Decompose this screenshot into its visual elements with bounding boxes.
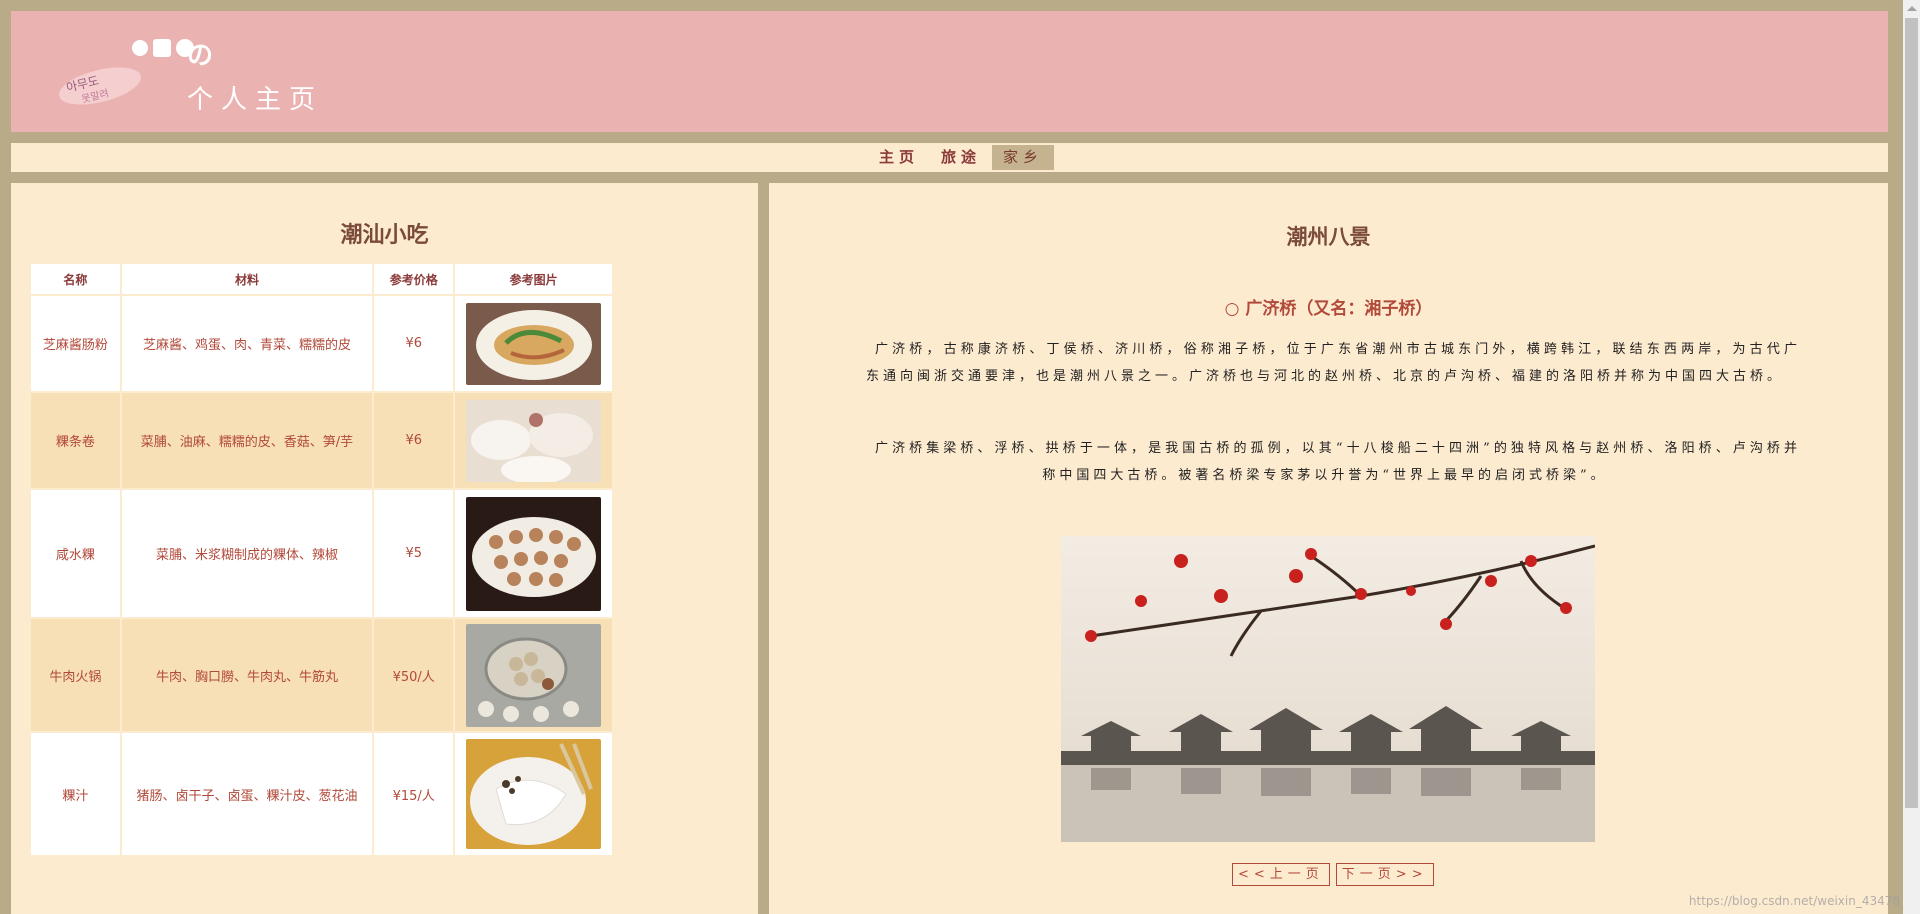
scenery-panel: 潮州八景 ○ 广济桥（又名：湘子桥） 广济桥，古称康济桥、丁侯桥、济川桥，俗称湘… bbox=[769, 183, 1888, 914]
cell-price: ¥50/人 bbox=[372, 617, 456, 733]
food-photo-guozhi bbox=[466, 739, 602, 849]
scenery-title: 潮州八景 bbox=[1286, 225, 1371, 249]
scroll-thumb[interactable] bbox=[1905, 18, 1918, 808]
cell-price: ¥6 bbox=[372, 294, 456, 393]
page-scrollbar[interactable] bbox=[1903, 0, 1920, 914]
snacks-panel: 潮汕小吃 名称 材料 参考价格 参考图片 芝麻酱肠粉 芝麻酱、鸡蛋、肉、青菜、糯… bbox=[11, 183, 758, 914]
logo-title-bottom: 个人主页 bbox=[187, 85, 324, 115]
column-header-price: 参考价格 bbox=[372, 262, 456, 296]
cell-name: 芝麻酱肠粉 bbox=[29, 294, 122, 393]
bridge-photo bbox=[1061, 536, 1595, 842]
food-photo-salt-water-cake bbox=[466, 496, 602, 611]
table-header-row: 名称 材料 参考价格 参考图片 bbox=[29, 262, 614, 296]
snacks-table: 名称 材料 参考价格 参考图片 芝麻酱肠粉 芝麻酱、鸡蛋、肉、青菜、糯糯的皮 ¥… bbox=[29, 262, 614, 857]
cell-image bbox=[453, 731, 614, 857]
cell-image bbox=[453, 391, 614, 490]
nav-bar: 主页 旅途 家乡 bbox=[11, 143, 1888, 172]
table-row: 咸水粿 菜脯、米浆糊制成的粿体、辣椒 ¥5 bbox=[29, 488, 614, 619]
cell-name: 粿条卷 bbox=[29, 391, 122, 490]
logo-sticker-icon: 아무도 못말려 bbox=[59, 67, 141, 106]
cell-name: 粿汁 bbox=[29, 731, 122, 857]
snacks-title: 潮汕小吃 bbox=[340, 223, 429, 248]
cell-name: 牛肉火锅 bbox=[29, 617, 122, 733]
cell-name: 咸水粿 bbox=[29, 488, 122, 619]
table-row: 粿汁 猪肠、卤干子、卤蛋、粿汁皮、葱花油 ¥15/人 bbox=[29, 731, 614, 857]
cell-materials: 菜脯、米浆糊制成的粿体、辣椒 bbox=[119, 488, 375, 619]
watermark: https://blog.csdn.net/weixin_43478 bbox=[1688, 894, 1900, 908]
prev-page-button[interactable]: <<上一页 bbox=[1232, 863, 1330, 886]
cell-image bbox=[453, 617, 614, 733]
nav-item-travel[interactable]: 旅途 bbox=[930, 145, 992, 170]
table-row: 粿条卷 菜脯、油麻、糯糯的皮、香菇、笋/芋 ¥6 bbox=[29, 391, 614, 490]
spot-description-1: 广济桥，古称康济桥、丁侯桥、济川桥，俗称湘子桥，位于广东省潮州市古城东门外，横跨… bbox=[865, 342, 1801, 384]
cell-image bbox=[453, 294, 614, 393]
nav-item-home[interactable]: 主页 bbox=[868, 145, 930, 170]
table-row: 牛肉火锅 牛肉、胸口朥、牛肉丸、牛筋丸 ¥50/人 bbox=[29, 617, 614, 733]
food-photo-rice-noodle-roll bbox=[466, 399, 602, 482]
spot-description-2: 广济桥集梁桥、浮桥、拱桥于一体，是我国古桥的孤例，以其“十八梭船二十四洲”的独特… bbox=[875, 441, 1801, 483]
cell-price: ¥15/人 bbox=[372, 731, 456, 857]
site-logo: 아무도 못말려 の 个人主页 bbox=[47, 23, 337, 123]
cell-materials: 牛肉、胸口朥、牛肉丸、牛筋丸 bbox=[119, 617, 375, 733]
cell-materials: 菜脯、油麻、糯糯的皮、香菇、笋/芋 bbox=[119, 391, 375, 490]
cell-price: ¥6 bbox=[372, 391, 456, 490]
next-page-button[interactable]: 下一页>> bbox=[1335, 863, 1434, 886]
column-header-materials: 材料 bbox=[119, 262, 375, 296]
spot-title: ○ 广济桥（又名：湘子桥） bbox=[1224, 299, 1433, 319]
food-photo-beef-hotpot bbox=[466, 623, 602, 727]
nav-item-hometown[interactable]: 家乡 bbox=[992, 145, 1055, 170]
column-header-image: 参考图片 bbox=[453, 262, 614, 296]
cell-price: ¥5 bbox=[372, 488, 456, 619]
logo-title-top: の bbox=[187, 41, 218, 71]
nav-items: 主页 旅途 家乡 bbox=[868, 145, 1055, 170]
cell-image bbox=[453, 488, 614, 619]
cell-materials: 芝麻酱、鸡蛋、肉、青菜、糯糯的皮 bbox=[119, 294, 375, 393]
column-header-name: 名称 bbox=[29, 262, 122, 296]
header-banner: 아무도 못말려 の 个人主页 bbox=[11, 11, 1888, 132]
cell-materials: 猪肠、卤干子、卤蛋、粿汁皮、葱花油 bbox=[119, 731, 375, 857]
food-photo-rice-roll bbox=[466, 302, 602, 385]
scroll-up-icon[interactable] bbox=[1907, 6, 1917, 11]
pager: <<上一页 下一页>> bbox=[1232, 863, 1434, 886]
table-row: 芝麻酱肠粉 芝麻酱、鸡蛋、肉、青菜、糯糯的皮 ¥6 bbox=[29, 294, 614, 393]
